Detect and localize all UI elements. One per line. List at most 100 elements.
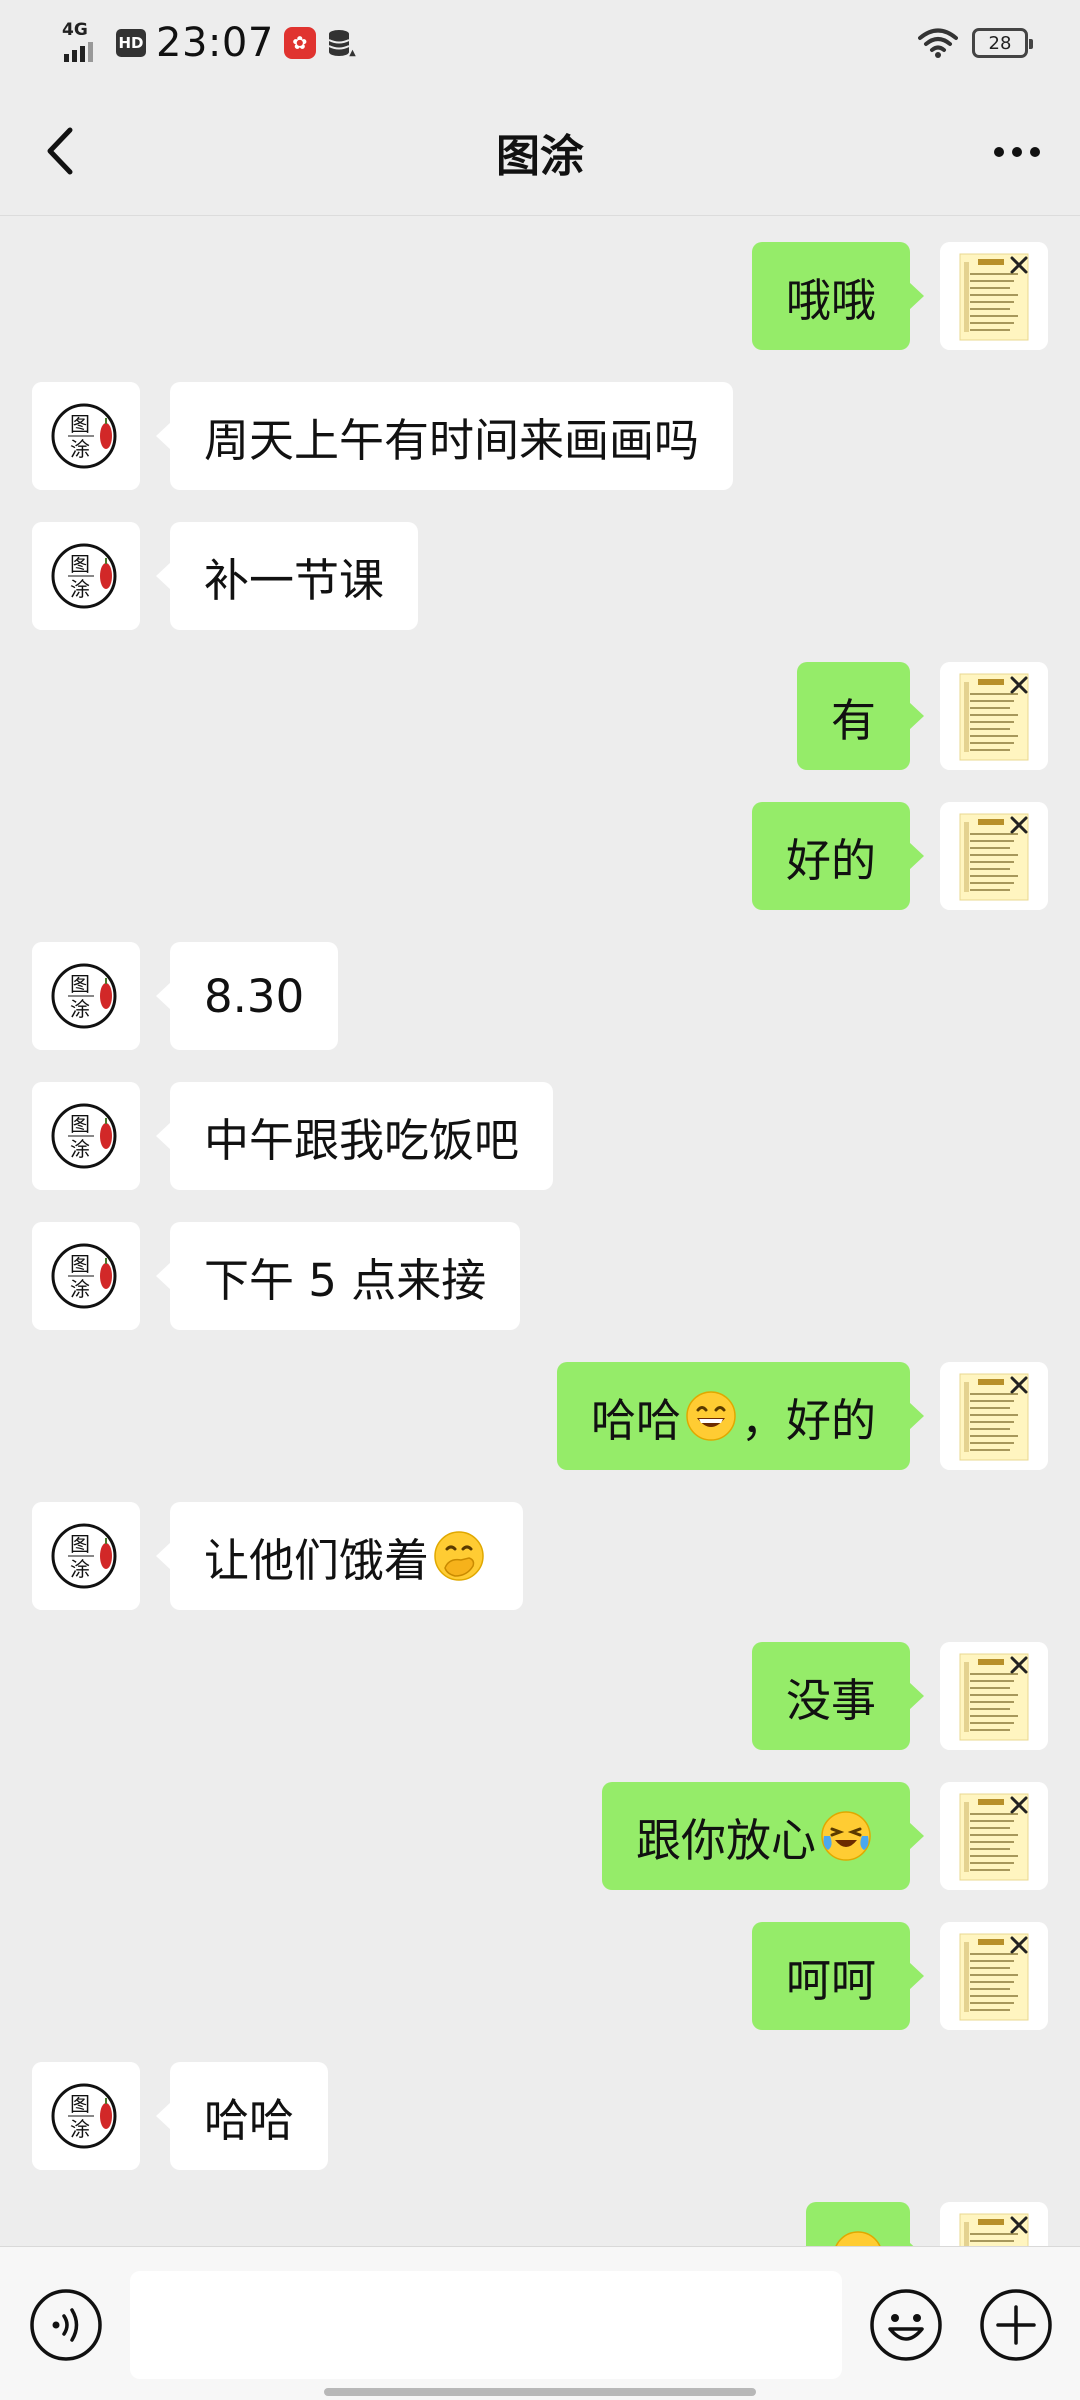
message-text: 跟你放心 (635, 1813, 816, 1867)
message-incoming: 图涂 周天上午有时间来画画吗 (0, 382, 1080, 490)
my-avatar[interactable] (940, 1642, 1048, 1750)
seal-avatar-icon: 图涂 (32, 1082, 140, 1190)
svg-text:图: 图 (70, 1112, 90, 1136)
smiley-icon[interactable] (868, 2287, 944, 2363)
contact-avatar[interactable]: 图涂 (32, 942, 140, 1050)
seal-avatar-icon: 图涂 (32, 382, 140, 490)
nav-bar: 图涂 (0, 86, 1080, 216)
message-bubble[interactable]: 哦哦 (751, 242, 925, 350)
contact-avatar[interactable]: 图涂 (32, 1222, 140, 1330)
contact-avatar[interactable]: 图涂 (32, 522, 140, 630)
plus-icon[interactable] (978, 2287, 1054, 2363)
message-text: 中午跟我吃饭吧 (204, 1113, 520, 1167)
svg-text:涂: 涂 (70, 997, 90, 1021)
message-bubble[interactable]: 呵呵 (751, 1922, 925, 2030)
svg-text:图: 图 (70, 972, 90, 996)
message-text: 补一节课 (204, 553, 385, 607)
message-outgoing: 跟你放心 (0, 1782, 1080, 1890)
message-text: 8.30 (204, 969, 305, 1023)
document-avatar-icon (940, 2202, 1048, 2246)
message-incoming: 图涂 哈哈 (0, 2062, 1080, 2170)
document-avatar-icon (940, 1362, 1048, 1470)
message-text: 呵呵 (785, 1953, 876, 2007)
message-bubble[interactable]: 下午 5 点来接 (155, 1222, 521, 1330)
message-text: 好的 (785, 833, 876, 887)
message-text-suffix: ，好的 (740, 1393, 876, 1447)
svg-text:涂: 涂 (70, 1137, 90, 1161)
grin-emoji-icon (686, 1391, 736, 1441)
seal-avatar-icon: 图涂 (32, 522, 140, 630)
my-avatar[interactable] (940, 1782, 1048, 1890)
message-bubble[interactable]: 有 (796, 662, 925, 770)
clock: 23:07 (156, 20, 274, 66)
message-text: 哦哦 (785, 273, 876, 327)
message-bubble[interactable]: 好的 (751, 802, 925, 910)
app-notification-icon: ✿ (283, 27, 316, 59)
message-text: 周天上午有时间来画画吗 (204, 413, 700, 467)
message-outgoing: 好的 (0, 802, 1080, 910)
hand-over-mouth-emoji-icon (434, 1531, 484, 1581)
contact-avatar[interactable]: 图涂 (32, 1082, 140, 1190)
message-outgoing: 呵呵 (0, 1922, 1080, 2030)
message-outgoing: 哦哦 (0, 242, 1080, 350)
voice-icon[interactable] (28, 2287, 104, 2363)
signal-icon: 4G (62, 20, 106, 62)
svg-text:图: 图 (70, 412, 90, 436)
document-avatar-icon (940, 242, 1048, 350)
svg-text:涂: 涂 (70, 437, 90, 461)
my-avatar[interactable] (940, 802, 1048, 910)
my-avatar[interactable] (940, 2202, 1048, 2246)
svg-text:涂: 涂 (70, 1277, 90, 1301)
message-bubble[interactable]: 补一节课 (155, 522, 419, 630)
my-avatar[interactable] (940, 1362, 1048, 1470)
message-bubble[interactable]: 哈哈 ，好的 (556, 1362, 925, 1470)
storage-warning-icon (328, 30, 358, 58)
contact-avatar[interactable]: 图涂 (32, 382, 140, 490)
message-incoming: 图涂 让他们饿着 (0, 1502, 1080, 1610)
message-bubble[interactable]: 哈哈 (155, 2062, 329, 2170)
more-icon[interactable] (982, 122, 1052, 182)
seal-avatar-icon: 图涂 (32, 942, 140, 1050)
svg-text:涂: 涂 (70, 2117, 90, 2141)
seal-avatar-icon: 图涂 (32, 2062, 140, 2170)
message-bubble[interactable]: 中午跟我吃饭吧 (155, 1082, 554, 1190)
svg-text:图: 图 (70, 2092, 90, 2116)
document-avatar-icon (940, 802, 1048, 910)
my-avatar[interactable] (940, 662, 1048, 770)
message-bubble[interactable]: 8.30 (155, 942, 339, 1050)
svg-text:涂: 涂 (70, 577, 90, 601)
wifi-icon (918, 28, 958, 58)
message-bubble[interactable]: 没事 (751, 1642, 925, 1750)
my-avatar[interactable] (940, 242, 1048, 350)
message-bubble[interactable]: 让他们饿着 (155, 1502, 524, 1610)
status-right: 28 (918, 22, 1033, 64)
seal-avatar-icon: 图涂 (32, 1502, 140, 1610)
message-bubble[interactable]: 周天上午有时间来画画吗 (155, 382, 734, 490)
message-text: 下午 5 点来接 (204, 1253, 487, 1307)
message-text: 让他们饿着 (204, 1533, 430, 1587)
contact-avatar[interactable]: 图涂 (32, 1502, 140, 1610)
hd-badge: HD (116, 29, 146, 57)
chat-screen: 4G HD 23:07 ✿ 28 图涂 哦哦 图 涂 周天上午有时间来画画吗 图… (0, 0, 1080, 2400)
svg-text:图: 图 (70, 552, 90, 576)
message-list[interactable]: 哦哦 图涂 周天上午有时间来画画吗 图涂 补一节课 有 好的 图涂 8.30 图… (0, 216, 1080, 2246)
message-text: 没事 (785, 1673, 876, 1727)
battery-level: 28 (988, 32, 1012, 54)
status-bar: 4G HD 23:07 ✿ 28 (0, 0, 1080, 86)
message-bubble[interactable] (806, 2202, 924, 2246)
message-input[interactable] (130, 2271, 842, 2379)
message-outgoing: 哈哈 ，好的 (0, 1362, 1080, 1470)
contact-avatar[interactable]: 图涂 (32, 2062, 140, 2170)
input-bar (0, 2246, 1080, 2400)
battery-icon: 28 (972, 28, 1033, 58)
message-outgoing: 有 (0, 662, 1080, 770)
document-avatar-icon (940, 662, 1048, 770)
my-avatar[interactable] (940, 1922, 1048, 2030)
message-bubble[interactable]: 跟你放心 (601, 1782, 925, 1890)
message-incoming: 图涂 中午跟我吃饭吧 (0, 1082, 1080, 1190)
svg-text:图: 图 (70, 1532, 90, 1556)
message-outgoing (0, 2202, 1080, 2246)
crying-laughing-emoji-icon (821, 1811, 871, 1861)
home-indicator (324, 2388, 756, 2396)
message-text: 哈哈 (590, 1393, 681, 1447)
